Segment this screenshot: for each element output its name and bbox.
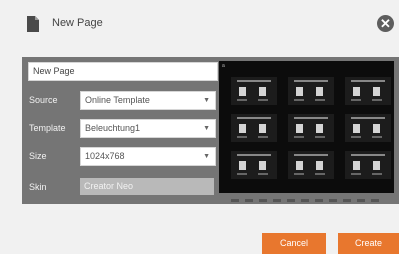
preview-switch [239,124,246,133]
preview-tile [345,151,391,179]
pager-dot [259,199,267,202]
source-label: Source [29,95,58,105]
preview-text-line [237,136,247,138]
preview-text-line [258,99,268,101]
preview-tile [345,77,391,105]
skin-field: Creator Neo [80,178,214,195]
settings-panel: New Page Source Online Template ▼ Templa… [22,57,399,204]
preview-switch [373,161,380,170]
preview-text-line [351,136,361,138]
size-value: 1024x768 [85,151,125,161]
preview-switch [296,161,303,170]
preview-switch [373,124,380,133]
preview-text-line [237,154,271,156]
preview-text-line [294,117,328,119]
preview-tile [288,77,334,105]
size-select[interactable]: 1024x768 ▼ [80,147,216,166]
preview-text-line [351,173,361,175]
source-select[interactable]: Online Template ▼ [80,91,216,110]
pager-dot [343,199,351,202]
close-icon[interactable]: ✕ [377,15,394,32]
preview-text-line [351,99,361,101]
preview-text-line [315,99,325,101]
dialog-title: New Page [52,17,103,29]
page-icon [27,16,39,32]
skin-label: Skin [29,182,47,192]
preview-text-line [294,154,328,156]
template-select[interactable]: Beleuchtung1 ▼ [80,119,216,138]
page-name-input[interactable]: New Page [28,62,218,81]
chevron-down-icon: ▼ [203,97,210,104]
preview-text-line [351,117,385,119]
pager-dot [301,199,309,202]
preview-switch [259,161,266,170]
size-label: Size [29,151,47,161]
preview-page-indicator: a [222,63,225,69]
pager-dot [357,199,365,202]
preview-text-line [294,136,304,138]
preview-text-line [315,173,325,175]
source-value: Online Template [85,95,150,105]
preview-switch [296,87,303,96]
dialog-titlebar: New Page ✕ [0,0,399,44]
pager-dot [371,199,379,202]
preview-tile [288,151,334,179]
preview-text-line [351,154,385,156]
preview-switch [316,124,323,133]
preview-text-line [315,136,325,138]
template-label: Template [29,123,66,133]
preview-text-line [372,99,382,101]
preview-text-line [237,117,271,119]
chevron-down-icon: ▼ [203,153,210,160]
preview-switch [316,161,323,170]
cancel-button[interactable]: Cancel [262,233,326,254]
preview-text-line [258,136,268,138]
pager-dot [329,199,337,202]
preview-text-line [351,80,385,82]
preview-switch [353,87,360,96]
pager-dot [315,199,323,202]
preview-text-line [258,173,268,175]
create-button[interactable]: Create [338,233,399,254]
pager-dot [287,199,295,202]
preview-switch [373,87,380,96]
preview-text-line [372,173,382,175]
preview-tile [231,151,277,179]
chevron-down-icon: ▼ [203,125,210,132]
preview-switch [259,124,266,133]
preview-text-line [237,99,247,101]
preview-switch [353,161,360,170]
preview-tile [288,114,334,142]
preview-text-line [237,80,271,82]
preview-switch [296,124,303,133]
preview-text-line [294,99,304,101]
pager-dot [273,199,281,202]
preview-text-line [294,173,304,175]
preview-switch [316,87,323,96]
preview-text-line [237,173,247,175]
preview-switch [239,161,246,170]
preview-text-line [372,136,382,138]
template-value: Beleuchtung1 [85,123,141,133]
preview-tile [231,77,277,105]
preview-tile [345,114,391,142]
preview-switch [259,87,266,96]
preview-switch [353,124,360,133]
preview-switch [239,87,246,96]
preview-text-line [294,80,328,82]
template-preview: a [219,61,394,202]
pager-dot [231,199,239,202]
preview-tile [231,114,277,142]
pager-dot [245,199,253,202]
